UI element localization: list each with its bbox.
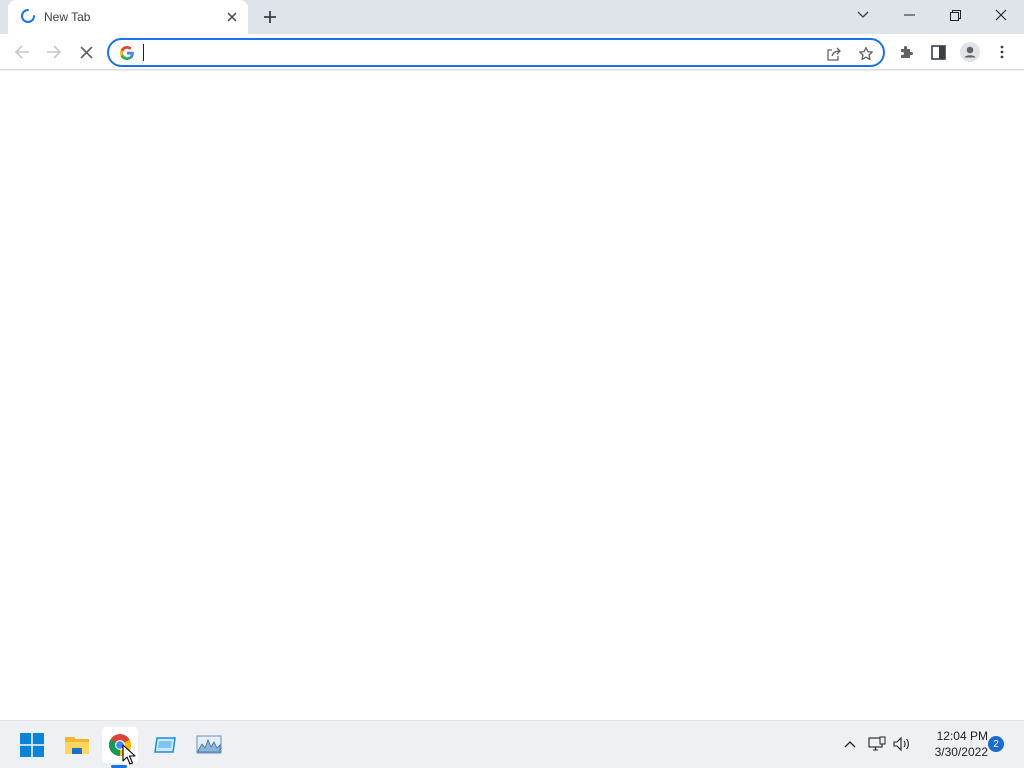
forward-button[interactable] — [38, 36, 70, 68]
tab-title: New Tab — [44, 10, 91, 24]
text-caret — [143, 44, 144, 61]
file-explorer-button[interactable] — [59, 727, 95, 763]
loading-spinner-icon — [21, 9, 35, 23]
share-icon — [827, 47, 841, 61]
menu-button[interactable] — [986, 36, 1018, 68]
minimize-button[interactable] — [886, 0, 932, 30]
clock-time: 12:04 PM — [936, 729, 988, 743]
extensions-icon — [901, 46, 913, 58]
resource-monitor-button[interactable] — [191, 727, 227, 763]
bookmark-star-icon — [859, 46, 873, 61]
taskbar: 12:04 PM 3/30/2022 — [0, 720, 1024, 768]
chevron-up-icon — [844, 741, 856, 748]
network-icon — [868, 736, 886, 751]
profile-button[interactable] — [954, 36, 986, 68]
share-button[interactable] — [823, 43, 845, 65]
mouse-cursor-icon — [122, 744, 136, 765]
browser-toolbar — [0, 34, 1024, 70]
close-icon — [227, 12, 237, 22]
address-bar[interactable] — [107, 38, 885, 67]
clock-date: 3/30/2022 — [934, 745, 988, 759]
back-arrow-icon — [14, 45, 29, 59]
profile-icon — [960, 42, 980, 62]
page-content[interactable] — [0, 71, 1024, 720]
folder-icon — [65, 737, 89, 754]
new-tab-button[interactable] — [258, 5, 282, 29]
tab-close-button[interactable] — [222, 7, 242, 27]
stop-loading-button[interactable] — [70, 36, 102, 68]
volume-button[interactable] — [891, 733, 913, 755]
close-window-button[interactable] — [978, 0, 1024, 30]
windows-logo-icon — [20, 733, 44, 757]
notification-badge[interactable]: 2 — [988, 736, 1004, 752]
stop-icon — [79, 45, 93, 59]
close-icon — [995, 9, 1007, 21]
start-button[interactable] — [14, 727, 50, 763]
plus-icon — [264, 11, 276, 23]
title-bar: New Tab — [0, 0, 1024, 34]
menu-icon — [1000, 45, 1004, 59]
back-button[interactable] — [6, 36, 38, 68]
network-button[interactable] — [866, 733, 888, 755]
monitor-graph-icon — [196, 735, 222, 754]
app-window-icon — [154, 737, 176, 753]
side-panel-button[interactable] — [922, 36, 954, 68]
forward-arrow-icon — [47, 45, 62, 59]
minimize-icon — [903, 14, 915, 16]
app-window-button[interactable] — [147, 727, 183, 763]
google-g-icon — [120, 46, 134, 60]
extensions-button[interactable] — [890, 36, 922, 68]
tab-search-button[interactable] — [840, 0, 886, 30]
address-input[interactable] — [143, 43, 783, 62]
restore-button[interactable] — [932, 0, 978, 30]
bookmark-button[interactable] — [855, 43, 877, 65]
restore-icon — [949, 9, 961, 21]
volume-icon — [893, 736, 909, 752]
tab-new-tab[interactable]: New Tab — [8, 0, 248, 34]
show-hidden-icons-button[interactable] — [839, 733, 861, 755]
chevron-down-icon — [857, 11, 869, 18]
side-panel-icon — [930, 44, 946, 60]
clock[interactable]: 12:04 PM 3/30/2022 — [918, 728, 988, 760]
